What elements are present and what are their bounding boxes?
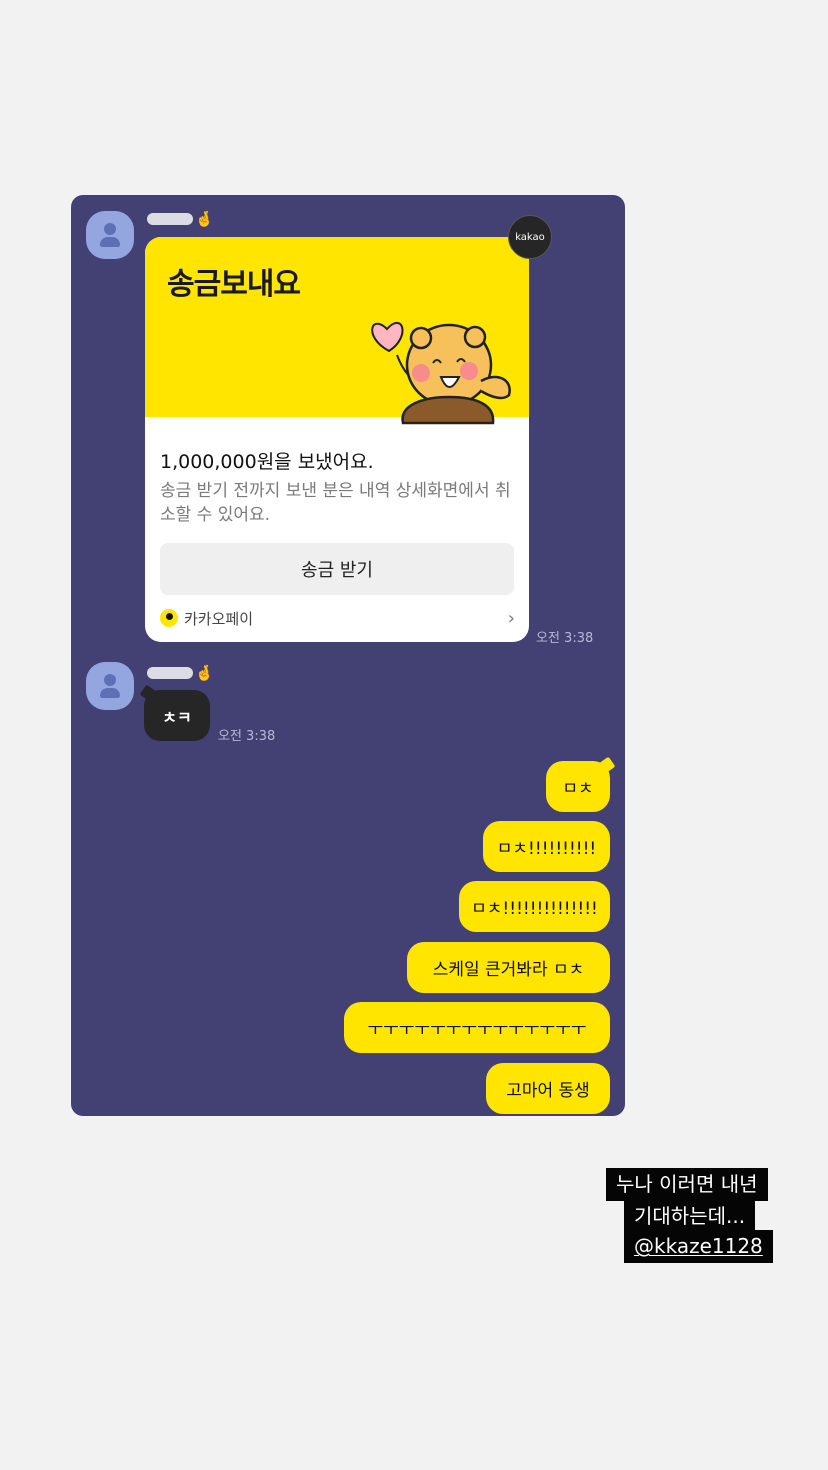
kakao-badge: kakao bbox=[508, 215, 552, 259]
sent-message-text: ㅁㅊ!!!!!!!!!!!!!! bbox=[471, 899, 598, 919]
sent-message-bubble[interactable]: 고마어 동생 bbox=[486, 1063, 610, 1114]
caption-line-1: 누나 이러면 내년 bbox=[606, 1168, 768, 1201]
bear-character-illustration bbox=[371, 321, 511, 425]
transfer-card[interactable]: 송금보내요 1,000,000원을 보냈어요. 송금 받기 전까지 보낸 분은 … bbox=[145, 237, 529, 642]
crossed-fingers-emoji: 🤞 bbox=[195, 209, 214, 228]
redacted-name bbox=[147, 667, 193, 679]
received-message-bubble[interactable]: ㅊㅋ bbox=[144, 690, 210, 741]
transfer-title: 송금보내요 bbox=[167, 267, 301, 302]
chat-screenshot: 🤞 송금보내요 1,000,000원을 보냈어요. 송금 받기 전까지 보낸 분… bbox=[71, 195, 625, 1116]
chevron-right-icon: › bbox=[507, 607, 515, 629]
sender-name: 🤞 bbox=[147, 210, 214, 228]
mention-link[interactable]: @kkaze1128 bbox=[624, 1230, 773, 1263]
redacted-name bbox=[147, 213, 193, 225]
transfer-description: 송금 받기 전까지 보낸 분은 내역 상세화면에서 취소할 수 있어요. bbox=[160, 481, 511, 525]
mention-text: @kkaze1128 bbox=[634, 1234, 763, 1258]
sent-message-bubble[interactable]: 스케일 큰거봐라 ㅁㅊ bbox=[407, 942, 610, 993]
sent-message-bubble[interactable]: ㅁㅊ!!!!!!!!!! bbox=[483, 821, 610, 872]
sent-message-bubble[interactable]: ㅁㅊ bbox=[546, 761, 610, 812]
sent-message-text: ㅜㅜㅜㅜㅜㅜㅜㅜㅜㅜㅜㅜㅜㅜ bbox=[367, 1020, 587, 1040]
transfer-card-header: 송금보내요 bbox=[145, 237, 529, 425]
card-timestamp: 오전 3:38 bbox=[536, 631, 594, 646]
sent-message-text: ㅁㅊ!!!!!!!!!! bbox=[496, 839, 597, 859]
kakaopay-icon bbox=[160, 609, 178, 627]
crossed-fingers-emoji: 🤞 bbox=[195, 663, 214, 682]
receive-transfer-button[interactable]: 송금 받기 bbox=[160, 543, 514, 595]
kakaopay-label: 카카오페이 bbox=[184, 609, 254, 628]
profile-avatar-icon[interactable] bbox=[86, 662, 134, 710]
story-caption: 누나 이러면 내년 기대하는데... @kkaze1128 bbox=[606, 1168, 773, 1264]
kakaopay-footer[interactable]: 카카오페이 › bbox=[160, 605, 515, 631]
sent-message-text: 고마어 동생 bbox=[506, 1081, 590, 1101]
received-message-text: ㅊㅋ bbox=[162, 707, 192, 727]
sender-name: 🤞 bbox=[147, 664, 214, 682]
caption-line-2: 기대하는데... bbox=[624, 1200, 756, 1233]
sent-message-bubble[interactable]: ㅜㅜㅜㅜㅜㅜㅜㅜㅜㅜㅜㅜㅜㅜ bbox=[344, 1002, 610, 1053]
sent-message-text: ㅁㅊ bbox=[562, 779, 594, 799]
reply-timestamp: 오전 3:38 bbox=[218, 729, 276, 744]
transfer-amount: 1,000,000원을 보냈어요. bbox=[160, 451, 374, 473]
sent-message-text: 스케일 큰거봐라 ㅁㅊ bbox=[432, 960, 585, 980]
profile-avatar-icon[interactable] bbox=[86, 211, 134, 259]
sent-message-bubble[interactable]: ㅁㅊ!!!!!!!!!!!!!! bbox=[459, 881, 610, 932]
